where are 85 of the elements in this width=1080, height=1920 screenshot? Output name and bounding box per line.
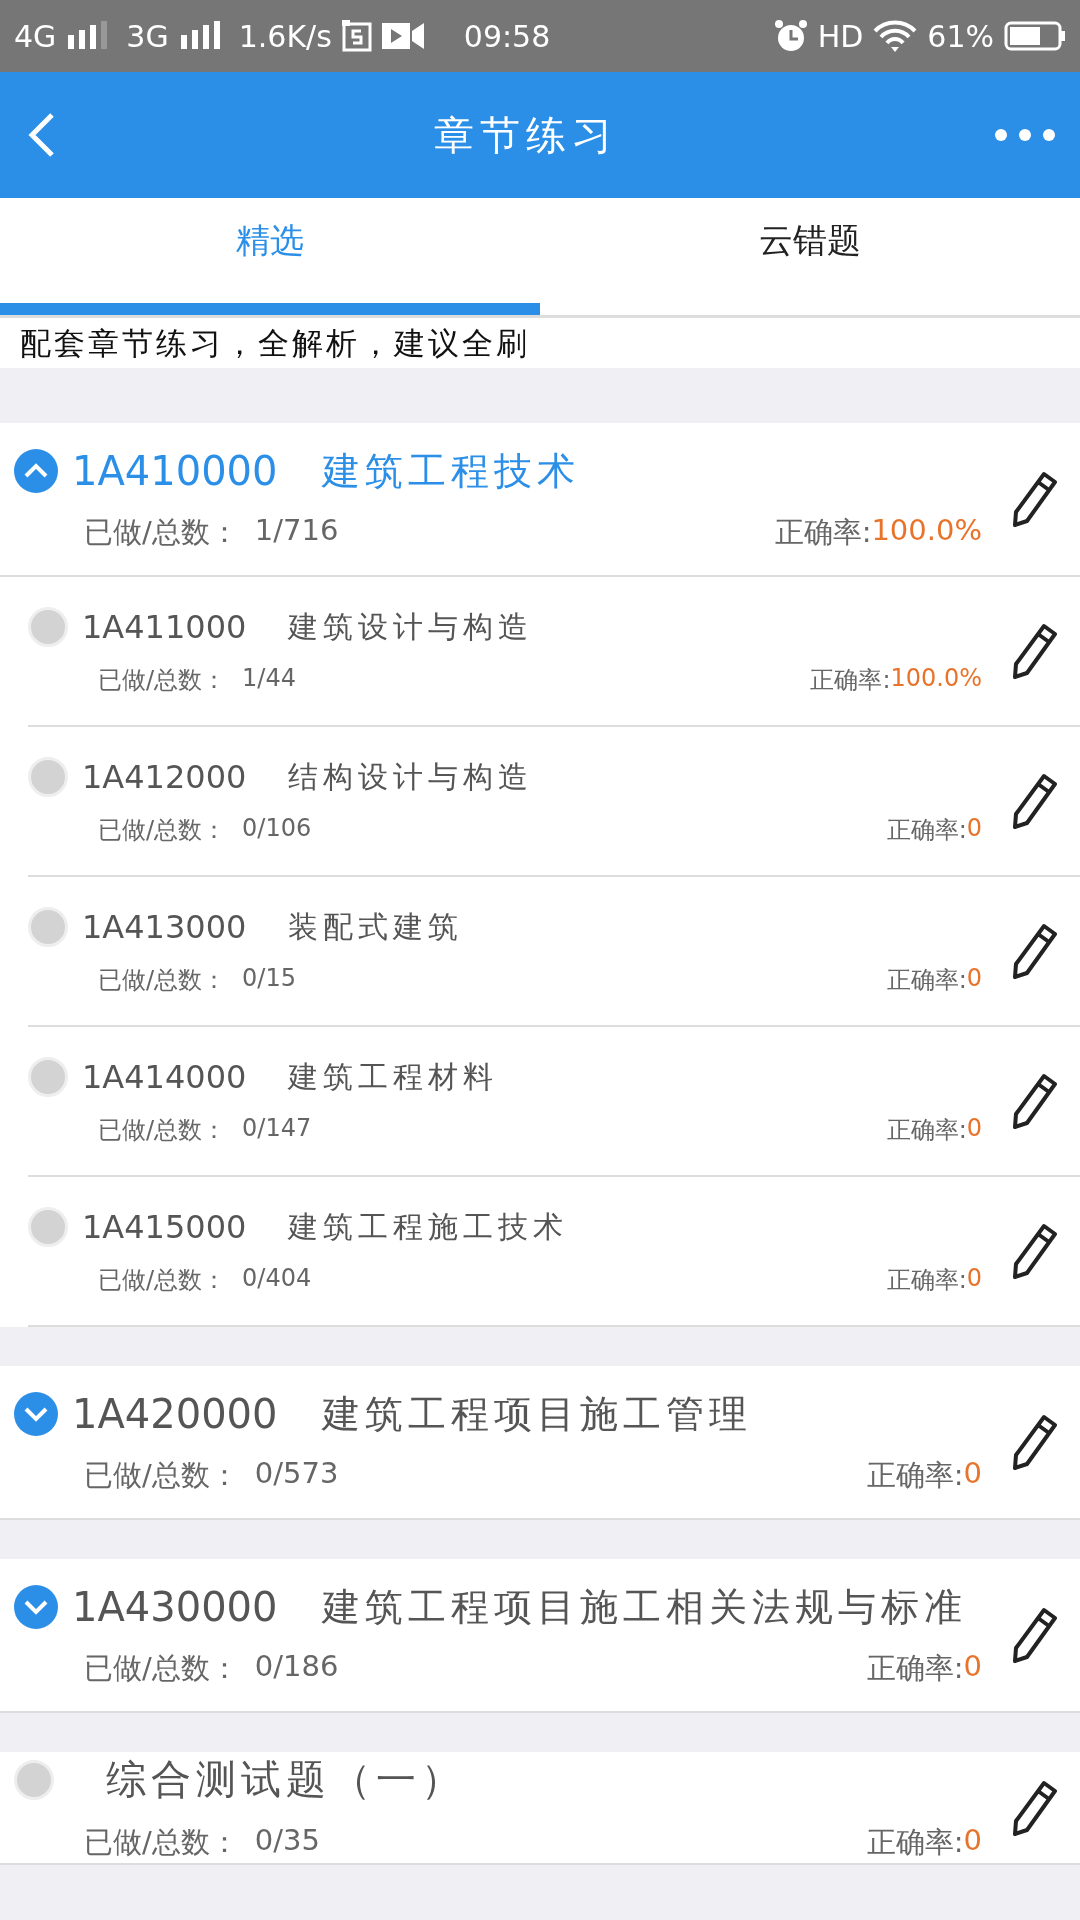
expand-icon[interactable]: [14, 1585, 58, 1629]
accuracy-label: 正确率:: [774, 513, 872, 551]
accuracy-label: 正确率:: [886, 814, 967, 846]
page-title: 章节练习: [433, 110, 619, 160]
accuracy-label: 正确率:: [866, 1824, 964, 1861]
battery-percent: 61%: [927, 18, 994, 54]
battery-icon: [1004, 21, 1066, 51]
accuracy-label: 正确率:: [886, 1114, 967, 1146]
chapter-code: 1A420000: [72, 1391, 278, 1437]
done-count: 0/147: [242, 1113, 312, 1144]
app-icon: [341, 20, 372, 52]
done-label: 已做/总数：: [84, 513, 239, 551]
done-count: 0/106: [242, 813, 312, 844]
collapse-icon[interactable]: [14, 449, 58, 493]
accuracy-label: 正确率:: [886, 1264, 967, 1296]
radio-button[interactable]: [14, 1759, 54, 1800]
pencil-icon[interactable]: [1012, 923, 1058, 979]
pencil-icon[interactable]: [1012, 471, 1058, 527]
chapter-title[interactable]: 建筑设计与构造: [288, 606, 534, 648]
chapter-code: 1A411000: [82, 608, 247, 646]
chapter-code: 1A414000: [82, 1058, 247, 1096]
done-label: 已做/总数：: [98, 664, 227, 696]
accuracy-label: 正确率:: [866, 1649, 964, 1687]
radio-button[interactable]: [28, 607, 68, 647]
chapter-code: 1A430000: [72, 1584, 278, 1630]
done-label: 已做/总数：: [84, 1456, 239, 1494]
accuracy-value: 100.0%: [871, 512, 983, 549]
radio-button[interactable]: [28, 1207, 68, 1247]
chapter-title[interactable]: 建筑工程施工技术: [288, 1206, 569, 1248]
chapter-title[interactable]: 结构设计与构造: [288, 756, 534, 798]
signal-icon: [178, 21, 223, 51]
accuracy-value: 0: [963, 1823, 983, 1859]
done-label: 已做/总数：: [98, 964, 227, 996]
pencil-icon[interactable]: [1012, 773, 1058, 829]
more-icon[interactable]: [994, 128, 1056, 142]
pencil-icon[interactable]: [1012, 1779, 1058, 1836]
accuracy-value: 100.0%: [890, 663, 983, 694]
accuracy-value: 0: [966, 813, 983, 844]
pencil-icon[interactable]: [1012, 1607, 1058, 1663]
done-count: 0/186: [254, 1648, 339, 1685]
wifi-icon: [873, 19, 918, 53]
accuracy-value: 0: [966, 963, 983, 994]
chapter-code: 1A412000: [82, 758, 247, 796]
chapter-code: 1A410000: [72, 448, 278, 494]
expand-icon[interactable]: [14, 1392, 58, 1436]
done-label: 已做/总数：: [98, 1114, 227, 1146]
done-count: 0/35: [254, 1823, 320, 1859]
done-count: 1/44: [242, 663, 296, 694]
accuracy-label: 正确率:: [866, 1456, 964, 1494]
done-label: 已做/总数：: [98, 1264, 227, 1296]
done-label: 已做/总数：: [98, 814, 227, 846]
description-text: 配套章节练习，全解析，建议全刷: [19, 324, 531, 363]
clock-time: 09:58: [463, 18, 551, 54]
network-label: 3G: [126, 18, 169, 54]
done-label: 已做/总数：: [84, 1824, 239, 1861]
chapter-title[interactable]: 综合测试题（一）: [106, 1752, 466, 1807]
network-label: 4G: [14, 18, 57, 54]
accuracy-value: 0: [963, 1648, 983, 1685]
hd-label: HD: [817, 18, 864, 54]
video-icon: [381, 21, 424, 51]
network-speed: 1.6K/s: [238, 18, 332, 54]
chapter-code: 1A413000: [82, 908, 247, 946]
accuracy-label: 正确率:: [810, 664, 891, 696]
accuracy-value: 0: [966, 1263, 983, 1294]
chapter-title[interactable]: 建筑工程项目施工相关法规与标准: [321, 1581, 967, 1633]
accuracy-value: 0: [963, 1455, 983, 1492]
chapter-title[interactable]: 建筑工程材料: [288, 1056, 499, 1098]
done-count: 0/573: [254, 1455, 339, 1492]
done-count: 1/716: [254, 512, 339, 549]
done-label: 已做/总数：: [84, 1649, 239, 1687]
accuracy-label: 正确率:: [886, 964, 967, 996]
pencil-icon[interactable]: [1012, 1073, 1058, 1129]
chapter-title[interactable]: 建筑工程项目施工管理: [321, 1388, 752, 1440]
chapter-title[interactable]: 装配式建筑: [288, 906, 464, 948]
alarm-icon: [773, 19, 808, 53]
done-count: 0/404: [242, 1263, 312, 1294]
radio-button[interactable]: [28, 757, 68, 797]
accuracy-value: 0: [966, 1113, 983, 1144]
radio-button[interactable]: [28, 907, 68, 947]
pencil-icon[interactable]: [1012, 1414, 1058, 1470]
pencil-icon[interactable]: [1012, 1223, 1058, 1279]
pencil-icon[interactable]: [1012, 623, 1058, 679]
chapter-code: 1A415000: [82, 1208, 247, 1246]
radio-button[interactable]: [28, 1057, 68, 1097]
done-count: 0/15: [242, 963, 296, 994]
